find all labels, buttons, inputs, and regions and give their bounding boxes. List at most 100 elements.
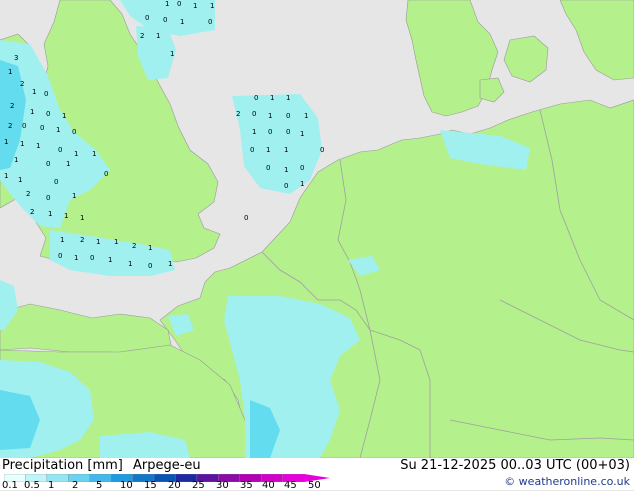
rainfall-value-label: 1	[4, 172, 8, 180]
rainfall-value-label: 1	[170, 50, 174, 58]
rainfall-value-label: 0	[163, 16, 167, 24]
product-name: Precipitation [mm]	[2, 458, 123, 473]
rainfall-value-label: 0	[46, 160, 50, 168]
legend-footer: Precipitation [mm] Arpege-eu Su 21-12-20…	[0, 458, 634, 491]
rainfall-value-label: 2	[132, 242, 136, 250]
rainfall-value-label: 1	[66, 160, 70, 168]
rainfall-value-label: 0	[104, 170, 108, 178]
model-name: Arpege-eu	[133, 458, 201, 473]
rainfall-value-label: 0	[40, 124, 44, 132]
rainfall-value-label: 1	[8, 68, 12, 76]
rainfall-value-label: 1	[20, 140, 24, 148]
rainfall-value-label: 1	[114, 238, 118, 246]
rainfall-value-label: 1	[108, 256, 112, 264]
rainfall-value-label: 1	[96, 238, 100, 246]
rainfall-value-label: 1	[165, 0, 169, 8]
rainfall-value-label: 2	[8, 122, 12, 130]
precipitation-map: 1 0 1 10 0 1 02 113121 021 0 12 0 0 1 01 1 1 0 1 11 0 11 1 02 0 1…	[0, 0, 634, 458]
rainfall-value-label: 1	[14, 156, 18, 164]
rainfall-value-label: 0	[72, 128, 76, 136]
rainfall-value-label: 0	[46, 194, 50, 202]
rainfall-value-label: 0	[58, 146, 62, 154]
rainfall-value-label: 1	[36, 142, 40, 150]
rainfall-value-label: 1	[270, 94, 274, 102]
legend-tick-label: 15	[144, 480, 157, 491]
rainfall-value-label: 1	[128, 260, 132, 268]
rainfall-value-label: 1	[284, 146, 288, 154]
rainfall-value-label: 1	[268, 112, 272, 120]
rainfall-value-label: 2	[80, 236, 84, 244]
rainfall-value-label: 3	[14, 54, 18, 62]
rainfall-value-label: 0	[266, 164, 270, 172]
rainfall-value-label: 0	[284, 182, 288, 190]
rainfall-value-label: 1	[32, 88, 36, 96]
rainfall-value-label: 0	[145, 14, 149, 22]
rainfall-value-label: 0	[252, 110, 256, 118]
rainfall-value-label: 0	[90, 254, 94, 262]
legend-tick-label: 0.5	[24, 480, 40, 491]
rainfall-value-label: 1	[74, 150, 78, 158]
legend-tick-label: 20	[168, 480, 181, 491]
rainfall-value-label: 1	[74, 254, 78, 262]
rainfall-value-label: 1	[252, 128, 256, 136]
color-scale-ticks: 0.1 0.5 1 2 5 10 15 20 25 30 35 40 45 50	[0, 480, 340, 491]
legend-tick-label: 40	[262, 480, 275, 491]
legend-tick-label: 1	[48, 480, 55, 491]
rainfall-value-label: 0	[254, 94, 258, 102]
rainfall-value-label: 1	[18, 176, 22, 184]
rainfall-value-label: 2	[26, 190, 30, 198]
rainfall-value-label: 0	[320, 146, 324, 154]
legend-tick-label: 25	[192, 480, 205, 491]
valid-time: Su 21-12-2025 00..03 UTC (00+03)	[400, 458, 630, 473]
legend-tick-label: 0.1	[2, 480, 18, 491]
rainfall-value-label: 1	[72, 192, 76, 200]
rainfall-value-label: 0	[268, 128, 272, 136]
rainfall-value-label: 1	[60, 236, 64, 244]
legend-tick-label: 5	[96, 480, 103, 491]
rainfall-value-label: 2	[20, 80, 24, 88]
rainfall-value-label: 1	[193, 2, 197, 10]
legend-tick-label: 45	[284, 480, 297, 491]
rainfall-value-label: 0	[244, 214, 248, 222]
rainfall-value-label: 1	[304, 112, 308, 120]
rainfall-value-label: 1	[4, 138, 8, 146]
credit-link[interactable]: © weatheronline.co.uk	[504, 475, 630, 488]
rainfall-value-label: 1	[300, 130, 304, 138]
rainfall-value-label: 1	[210, 2, 214, 10]
rainfall-value-label: 0	[44, 90, 48, 98]
rainfall-value-label: 0	[286, 112, 290, 120]
rainfall-value-label: 0	[286, 128, 290, 136]
rainfall-value-label: 0	[300, 164, 304, 172]
rainfall-value-label: 1	[180, 18, 184, 26]
rainfall-value-label: 1	[64, 212, 68, 220]
rainfall-value-label: 1	[92, 150, 96, 158]
rainfall-value-label: 0	[177, 0, 181, 8]
rainfall-value-label: 1	[56, 126, 60, 134]
rainfall-value-label: 2	[140, 32, 144, 40]
rainfall-value-label: 1	[156, 32, 160, 40]
rainfall-value-label: 1	[300, 180, 304, 188]
rainfall-value-label: 1	[62, 112, 66, 120]
rainfall-value-label: 0	[54, 178, 58, 186]
rainfall-value-label: 2	[236, 110, 240, 118]
rainfall-value-label: 0	[46, 110, 50, 118]
rainfall-value-label: 1	[266, 146, 270, 154]
legend-tick-label: 35	[240, 480, 253, 491]
rainfall-value-label: 1	[286, 94, 290, 102]
rainfall-value-label: 1	[30, 108, 34, 116]
legend-tick-label: 30	[216, 480, 229, 491]
legend-tick-label: 10	[120, 480, 133, 491]
map-title: Precipitation [mm] Arpege-eu	[2, 458, 207, 473]
rainfall-value-label: 0	[250, 146, 254, 154]
rainfall-value-label: 2	[30, 208, 34, 216]
rainfall-value-label: 0	[58, 252, 62, 260]
rainfall-value-label: 2	[10, 102, 14, 110]
rainfall-value-label: 0	[208, 18, 212, 26]
rainfall-value-label: 0	[148, 262, 152, 270]
rainfall-value-label: 1	[168, 260, 172, 268]
rainfall-value-label: 0	[22, 122, 26, 130]
rainfall-value-label: 1	[148, 244, 152, 252]
rainfall-value-label: 1	[80, 214, 84, 222]
legend-tick-label: 50	[308, 480, 321, 491]
legend-tick-label: 2	[72, 480, 79, 491]
